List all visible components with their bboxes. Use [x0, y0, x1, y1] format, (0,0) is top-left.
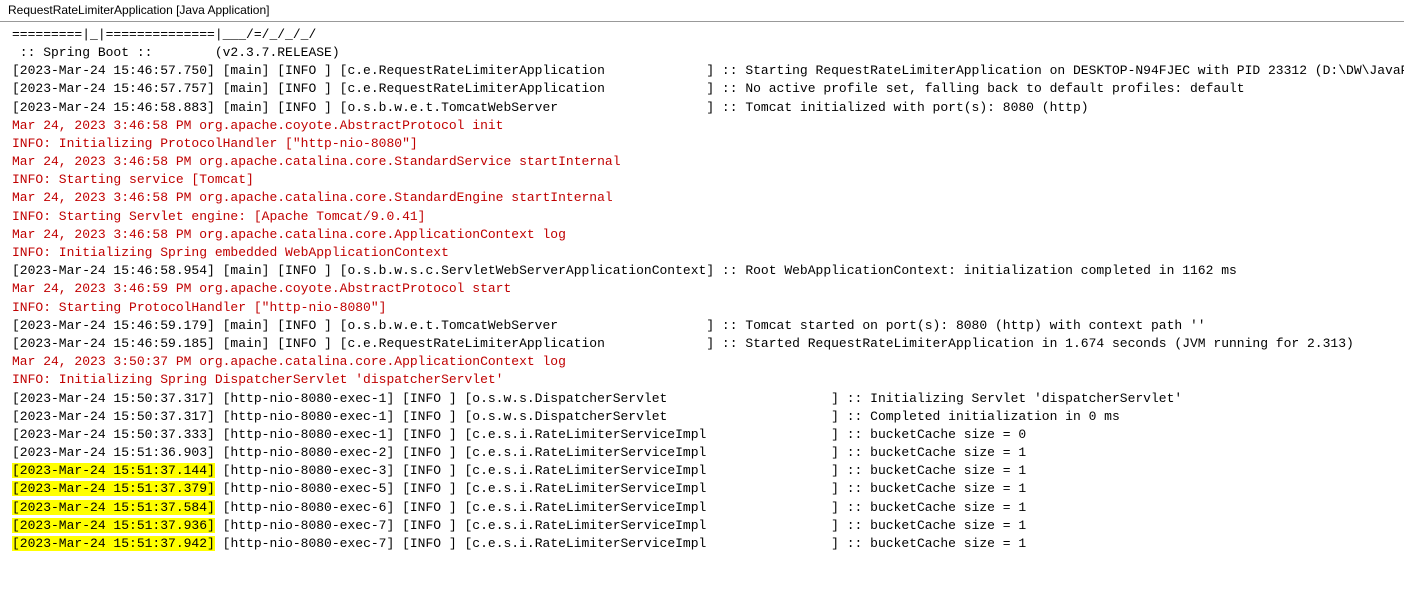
console-title-bar: RequestRateLimiterApplication [Java Appl…	[0, 0, 1404, 22]
log-line: Mar 24, 2023 3:46:58 PM org.apache.catal…	[12, 189, 1392, 207]
log-line: [2023-Mar-24 15:50:37.317] [http-nio-808…	[12, 408, 1392, 426]
log-line: [2023-Mar-24 15:51:36.903] [http-nio-808…	[12, 444, 1392, 462]
timestamp-highlight: [2023-Mar-24 15:51:37.584]	[12, 500, 215, 515]
log-line: [2023-Mar-24 15:51:37.144] [http-nio-808…	[12, 462, 1392, 480]
log-line: [2023-Mar-24 15:50:37.317] [http-nio-808…	[12, 390, 1392, 408]
timestamp-highlight: [2023-Mar-24 15:51:37.936]	[12, 518, 215, 533]
log-line: INFO: Initializing ProtocolHandler ["htt…	[12, 135, 1392, 153]
log-line: [2023-Mar-24 15:46:59.185] [main] [INFO …	[12, 335, 1392, 353]
log-line: :: Spring Boot :: (v2.3.7.RELEASE)	[12, 44, 1392, 62]
log-line: INFO: Starting service [Tomcat]	[12, 171, 1392, 189]
log-line: [2023-Mar-24 15:46:58.954] [main] [INFO …	[12, 262, 1392, 280]
log-line: [2023-Mar-24 15:46:59.179] [main] [INFO …	[12, 317, 1392, 335]
log-text: [http-nio-8080-exec-3] [INFO ] [c.e.s.i.…	[215, 463, 1026, 478]
log-line: [2023-Mar-24 15:51:37.942] [http-nio-808…	[12, 535, 1392, 553]
log-line: [2023-Mar-24 15:46:58.883] [main] [INFO …	[12, 99, 1392, 117]
timestamp-highlight: [2023-Mar-24 15:51:37.144]	[12, 463, 215, 478]
log-line: [2023-Mar-24 15:46:57.757] [main] [INFO …	[12, 80, 1392, 98]
log-text: [http-nio-8080-exec-7] [INFO ] [c.e.s.i.…	[215, 536, 1026, 551]
log-line: [2023-Mar-24 15:51:37.936] [http-nio-808…	[12, 517, 1392, 535]
timestamp-highlight: [2023-Mar-24 15:51:37.379]	[12, 481, 215, 496]
log-text: [http-nio-8080-exec-7] [INFO ] [c.e.s.i.…	[215, 518, 1026, 533]
log-line: INFO: Starting Servlet engine: [Apache T…	[12, 208, 1392, 226]
log-text: [http-nio-8080-exec-5] [INFO ] [c.e.s.i.…	[215, 481, 1026, 496]
console-title: RequestRateLimiterApplication [Java Appl…	[8, 3, 269, 17]
log-line: INFO: Initializing Spring embedded WebAp…	[12, 244, 1392, 262]
log-line: =========|_|==============|___/=/_/_/_/	[12, 26, 1392, 44]
log-text: [http-nio-8080-exec-6] [INFO ] [c.e.s.i.…	[215, 500, 1026, 515]
log-line: [2023-Mar-24 15:50:37.333] [http-nio-808…	[12, 426, 1392, 444]
log-line: [2023-Mar-24 15:51:37.379] [http-nio-808…	[12, 480, 1392, 498]
log-line: Mar 24, 2023 3:46:58 PM org.apache.coyot…	[12, 117, 1392, 135]
log-line: Mar 24, 2023 3:46:58 PM org.apache.catal…	[12, 226, 1392, 244]
log-line: [2023-Mar-24 15:51:37.584] [http-nio-808…	[12, 499, 1392, 517]
log-line: Mar 24, 2023 3:50:37 PM org.apache.catal…	[12, 353, 1392, 371]
log-line: INFO: Initializing Spring DispatcherServ…	[12, 371, 1392, 389]
console-output[interactable]: =========|_|==============|___/=/_/_/_/ …	[0, 22, 1404, 557]
log-line: INFO: Starting ProtocolHandler ["http-ni…	[12, 299, 1392, 317]
log-line: Mar 24, 2023 3:46:59 PM org.apache.coyot…	[12, 280, 1392, 298]
log-line: [2023-Mar-24 15:46:57.750] [main] [INFO …	[12, 62, 1392, 80]
timestamp-highlight: [2023-Mar-24 15:51:37.942]	[12, 536, 215, 551]
log-line: Mar 24, 2023 3:46:58 PM org.apache.catal…	[12, 153, 1392, 171]
